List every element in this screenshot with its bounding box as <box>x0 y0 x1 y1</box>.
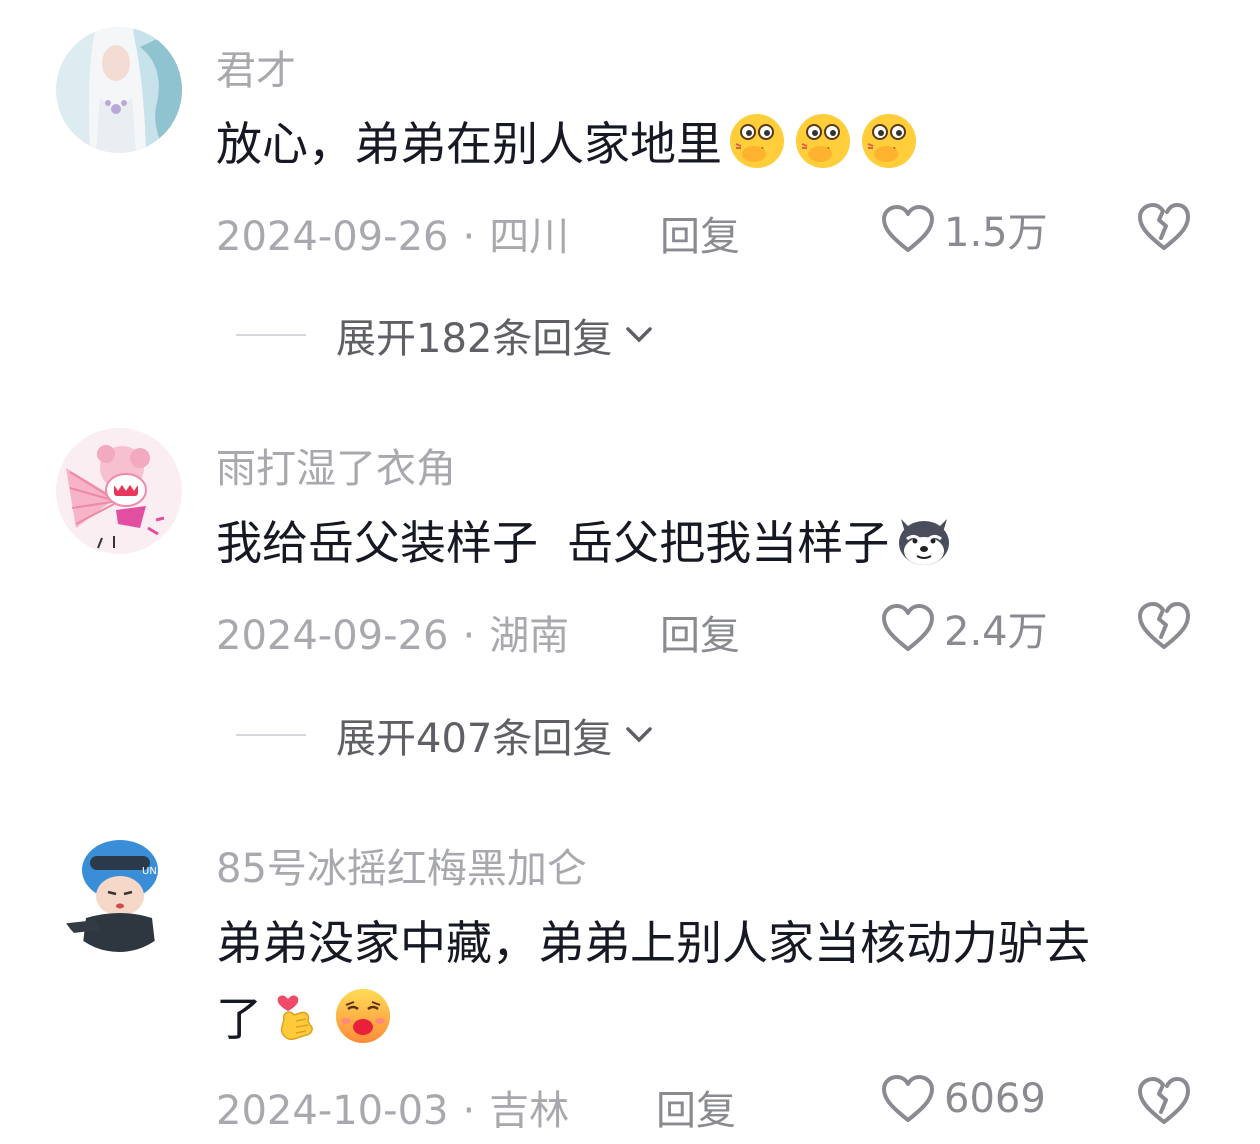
reply-button[interactable]: 回复 <box>656 1078 736 1136</box>
blush-face-emoji <box>792 110 854 172</box>
svg-text:UN: UN <box>142 866 157 877</box>
comment-text: 我给岳父装样子 岳父把我当样子 <box>216 505 1206 581</box>
username[interactable]: 雨打湿了衣角 <box>216 436 456 494</box>
comment-text: 放心，弟弟在别人家地里 <box>216 106 1206 182</box>
divider <box>236 734 306 736</box>
comment-date: 2024-10-03 <box>216 1088 449 1134</box>
chevron-down-icon <box>626 727 653 743</box>
like-count: 1.5万 <box>944 210 1048 256</box>
comment-date: 2024-09-26 <box>216 214 449 260</box>
comment-date: 2024-09-26 <box>216 613 449 659</box>
blush-face-emoji <box>858 110 920 172</box>
expand-replies-button[interactable]: 展开182条回复 <box>236 306 656 364</box>
avatar[interactable]: UN <box>56 826 182 952</box>
like-count: 2.4万 <box>944 609 1048 655</box>
comment-location: 吉林 <box>489 1088 570 1134</box>
comment-text-line: 了 <box>216 981 1206 1057</box>
comment-meta: 2024-09-26 · 湖南 <box>216 613 570 659</box>
avatar[interactable] <box>56 428 182 554</box>
divider <box>236 334 306 336</box>
like-count: 6069 <box>944 1076 1046 1122</box>
like-button[interactable]: 1.5万 <box>880 200 1048 258</box>
heart-icon <box>880 1074 936 1124</box>
broken-heart-icon <box>1136 599 1192 651</box>
comment-text-content: 我给岳父装样子 岳父把我当样子 <box>216 516 890 570</box>
comment-meta: 2024-09-26 · 四川 <box>216 214 570 260</box>
comment-text: 弟弟没家中藏，弟弟上别人家当核动力驴去 了 <box>216 905 1206 1057</box>
expand-replies-label: 展开182条回复 <box>336 316 613 362</box>
expand-replies-button[interactable]: 展开407条回复 <box>236 706 656 764</box>
comment-location: 湖南 <box>489 613 570 659</box>
heart-icon <box>880 603 936 653</box>
comment-text-content: 放心，弟弟在别人家地里 <box>216 117 722 171</box>
dislike-button[interactable] <box>1136 200 1192 252</box>
dislike-button[interactable] <box>1136 599 1192 651</box>
heart-icon <box>880 204 936 254</box>
like-button[interactable]: 2.4万 <box>880 599 1048 657</box>
broken-heart-icon <box>1136 200 1192 252</box>
broken-heart-icon <box>1136 1074 1192 1126</box>
blush-face-emoji <box>726 110 788 172</box>
expand-replies-label: 展开407条回复 <box>336 716 613 762</box>
dislike-button[interactable] <box>1136 1074 1192 1126</box>
reply-button[interactable]: 回复 <box>660 204 740 262</box>
comment-location: 四川 <box>489 214 570 260</box>
avatar[interactable] <box>56 27 182 153</box>
comment-meta: 2024-10-03 · 吉林 <box>216 1088 570 1134</box>
username[interactable]: 君才 <box>216 38 296 96</box>
kissing-face-emoji <box>332 985 394 1047</box>
chevron-down-icon <box>626 327 653 343</box>
husky-dog-emoji <box>893 509 955 571</box>
finger-heart-emoji <box>266 985 328 1047</box>
comment-text-line: 弟弟没家中藏，弟弟上别人家当核动力驴去 <box>216 916 1090 970</box>
username[interactable]: 85号冰摇红梅黑加仑 <box>216 836 587 894</box>
reply-button[interactable]: 回复 <box>660 603 740 661</box>
like-button[interactable]: 6069 <box>880 1074 1046 1124</box>
